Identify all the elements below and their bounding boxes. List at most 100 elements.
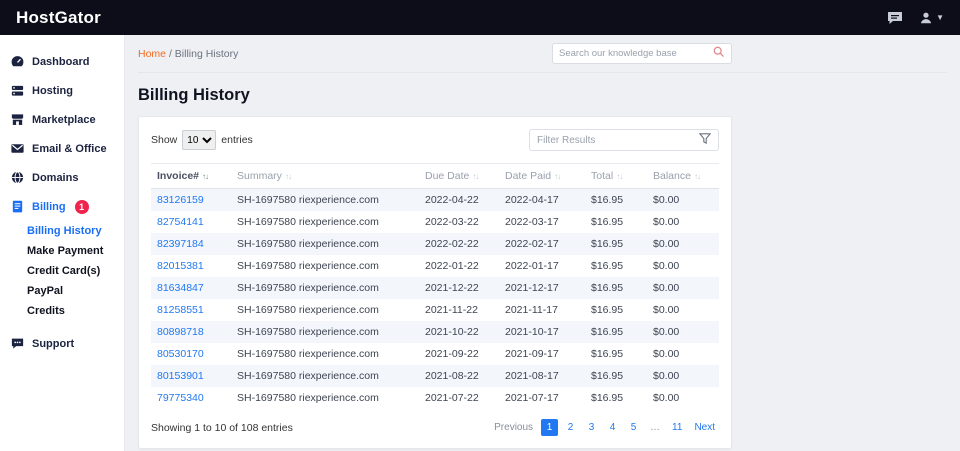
filter-input[interactable] — [537, 134, 699, 146]
filter-results-box[interactable] — [529, 129, 719, 151]
column-header-invoice[interactable]: Invoice# ↑↓ — [151, 163, 231, 189]
sidebar-item-marketplace[interactable]: Marketplace — [0, 105, 124, 134]
sidebar-item-email-office[interactable]: Email & Office — [0, 134, 124, 163]
sidebar-item-dashboard[interactable]: Dashboard — [0, 47, 124, 76]
pagination-page-2[interactable]: 2 — [562, 419, 579, 436]
sidebar-subitem-make-payment[interactable]: Make Payment — [0, 241, 124, 261]
knowledge-base-search[interactable] — [552, 43, 732, 64]
table-row: 82754141 SH-1697580 riexperience.com 202… — [151, 211, 719, 233]
sidebar-subitem-credits[interactable]: Credits — [0, 301, 124, 321]
due-date-cell: 2021-12-22 — [425, 282, 479, 294]
date-paid-cell: 2022-04-17 — [505, 194, 559, 206]
date-paid-cell: 2021-08-17 — [505, 370, 559, 382]
invoice-link[interactable]: 82397184 — [157, 238, 204, 250]
column-header-balance[interactable]: Balance ↑↓ — [647, 163, 719, 189]
summary-cell: SH-1697580 riexperience.com — [237, 304, 379, 316]
pagination-page-11[interactable]: 11 — [668, 419, 686, 436]
table-row: 80530170 SH-1697580 riexperience.com 202… — [151, 343, 719, 365]
due-date-cell: 2022-04-22 — [425, 194, 479, 206]
user-menu[interactable]: ▼ — [919, 11, 944, 25]
pagination-previous[interactable]: Previous — [490, 419, 537, 436]
sidebar-item-label: Marketplace — [32, 113, 96, 126]
sidebar-item-hosting[interactable]: Hosting — [0, 76, 124, 105]
invoice-link[interactable]: 80898718 — [157, 326, 204, 338]
pagination-page-5[interactable]: 5 — [625, 419, 642, 436]
pagination-page-1[interactable]: 1 — [541, 419, 559, 436]
invoice-link[interactable]: 81634847 — [157, 282, 204, 294]
main-content: Home / Billing History Billing History S… — [125, 35, 960, 451]
filter-funnel-icon — [698, 131, 712, 149]
date-paid-cell: 2022-01-17 — [505, 260, 559, 272]
invoice-link[interactable]: 82754141 — [157, 216, 204, 228]
hostgator-logo[interactable]: HostGator — [16, 8, 101, 28]
search-input[interactable] — [559, 48, 713, 59]
balance-cell: $0.00 — [653, 260, 680, 272]
envelope-icon — [10, 141, 25, 156]
due-date-cell: 2022-01-22 — [425, 260, 479, 272]
invoice-icon — [10, 199, 25, 214]
sort-icon: ↑↓ — [202, 172, 209, 181]
sidebar-item-label: Billing — [32, 200, 66, 213]
sidebar-item-label: Dashboard — [32, 55, 90, 68]
sidebar-subitem-paypal[interactable]: PayPal — [0, 281, 124, 301]
invoice-link[interactable]: 80153901 — [157, 370, 204, 382]
sidebar-item-label: Email & Office — [32, 142, 107, 155]
summary-cell: SH-1697580 riexperience.com — [237, 260, 379, 272]
balance-cell: $0.00 — [653, 304, 680, 316]
sidebar-item-domains[interactable]: Domains — [0, 163, 124, 192]
balance-cell: $0.00 — [653, 282, 680, 294]
invoice-link[interactable]: 81258551 — [157, 304, 204, 316]
sidebar-subitem-credit-cards[interactable]: Credit Card(s) — [0, 261, 124, 281]
due-date-cell: 2022-03-22 — [425, 216, 479, 228]
dashboard-icon — [10, 54, 25, 69]
column-header-summary[interactable]: Summary ↑↓ — [231, 163, 419, 189]
chat-icon[interactable] — [887, 11, 903, 25]
chevron-down-icon: ▼ — [936, 13, 944, 22]
summary-cell: SH-1697580 riexperience.com — [237, 238, 379, 250]
sidebar-subitem-billing-history[interactable]: Billing History — [0, 221, 124, 241]
sort-icon: ↑↓ — [554, 172, 561, 181]
billing-notification-badge: 1 — [74, 199, 89, 214]
invoice-link[interactable]: 83126159 — [157, 194, 204, 206]
invoice-link[interactable]: 82015381 — [157, 260, 204, 272]
table-row: 82015381 SH-1697580 riexperience.com 202… — [151, 255, 719, 277]
sidebar-item-support[interactable]: Support — [0, 329, 124, 358]
pagination-page-4[interactable]: 4 — [604, 419, 621, 436]
show-label: Show — [151, 134, 178, 146]
pagination: Previous 1 2 3 4 5 … 11 Next — [490, 419, 719, 436]
summary-cell: SH-1697580 riexperience.com — [237, 392, 379, 404]
balance-cell: $0.00 — [653, 348, 680, 360]
invoice-link[interactable]: 80530170 — [157, 348, 204, 360]
sidebar-item-label: Domains — [32, 171, 79, 184]
invoice-link[interactable]: 79775340 — [157, 392, 204, 404]
date-paid-cell: 2021-10-17 — [505, 326, 559, 338]
summary-cell: SH-1697580 riexperience.com — [237, 348, 379, 360]
date-paid-cell: 2021-07-17 — [505, 392, 559, 404]
pagination-next[interactable]: Next — [690, 419, 719, 436]
breadcrumb-current: Billing History — [174, 47, 239, 60]
date-paid-cell: 2021-11-17 — [505, 304, 558, 316]
balance-cell: $0.00 — [653, 216, 680, 228]
sort-icon: ↑↓ — [616, 172, 623, 181]
table-row: 82397184 SH-1697580 riexperience.com 202… — [151, 233, 719, 255]
sort-icon: ↑↓ — [693, 172, 701, 181]
summary-cell: SH-1697580 riexperience.com — [237, 370, 379, 382]
search-icon[interactable] — [713, 45, 725, 63]
billing-history-card: Show 10 entries Invoice#↑↓ — [138, 116, 732, 449]
user-icon — [921, 12, 932, 23]
summary-cell: SH-1697580 riexperience.com — [237, 194, 379, 206]
date-paid-cell: 2021-12-17 — [505, 282, 559, 294]
globe-icon — [10, 170, 25, 185]
breadcrumb-home-link[interactable]: Home — [138, 48, 166, 60]
total-cell: $16.95 — [591, 260, 624, 272]
pagination-page-3[interactable]: 3 — [583, 419, 600, 436]
column-header-due-date[interactable]: Due Date ↑↓ — [419, 163, 499, 189]
sidebar-item-billing[interactable]: Billing 1 — [0, 192, 124, 221]
due-date-cell: 2021-07-22 — [425, 392, 479, 404]
column-header-total[interactable]: Total ↑↓ — [585, 163, 647, 189]
entries-select[interactable]: 10 — [182, 130, 217, 150]
sort-icon: ↑↓ — [472, 172, 479, 181]
column-header-date-paid[interactable]: Date Paid ↑↓ — [499, 163, 585, 189]
table-row: 81634847 SH-1697580 riexperience.com 202… — [151, 277, 719, 299]
sidebar: Dashboard Hosting Marketplace Email & Of… — [0, 35, 125, 451]
